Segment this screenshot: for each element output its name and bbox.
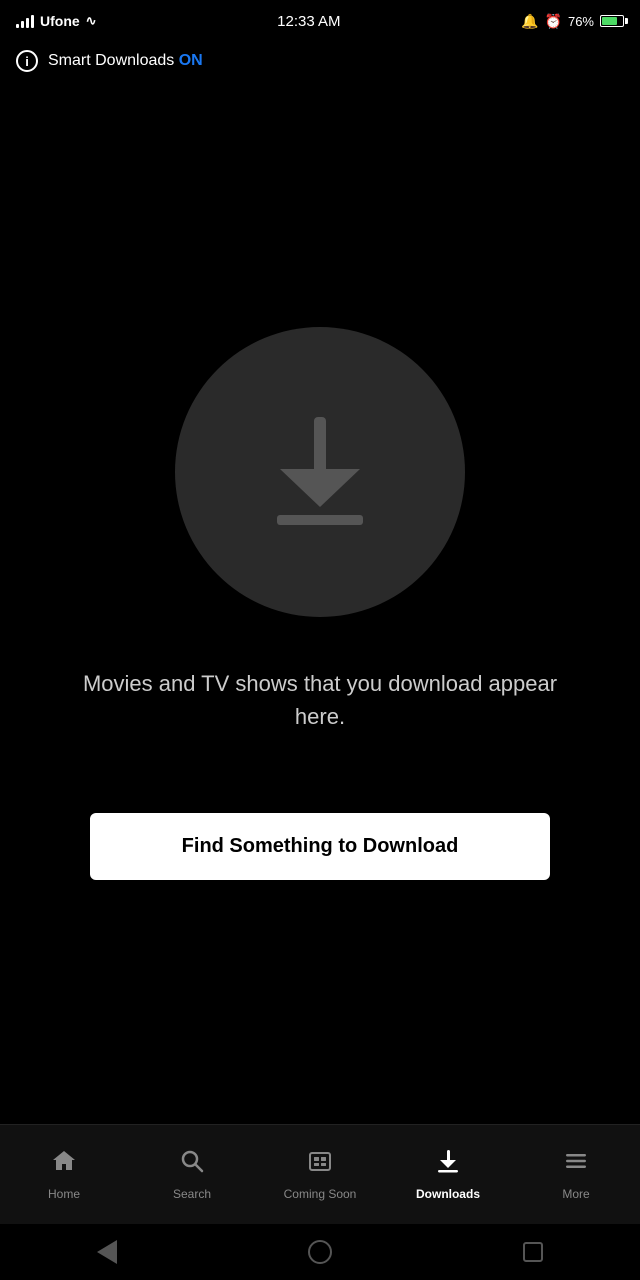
nav-item-search[interactable]: Search: [128, 1148, 256, 1201]
nav-item-downloads[interactable]: Downloads: [384, 1148, 512, 1201]
back-triangle-icon: [97, 1240, 117, 1264]
find-something-button[interactable]: Find Something to Download: [90, 813, 550, 880]
alarm-icon: 🔔: [521, 13, 538, 30]
smart-downloads-label: Smart Downloads ON: [48, 52, 203, 70]
search-icon: [179, 1148, 205, 1181]
nav-label-search: Search: [173, 1187, 211, 1201]
nav-item-coming-soon[interactable]: Coming Soon: [256, 1148, 384, 1201]
time-display: 12:33 AM: [277, 13, 340, 30]
download-svg-icon: [255, 407, 385, 537]
signal-icon: [16, 14, 34, 28]
wifi-icon: ∿: [86, 13, 97, 29]
coming-soon-icon: [307, 1148, 333, 1181]
status-left: Ufone ∿: [16, 13, 97, 29]
home-button[interactable]: [306, 1238, 334, 1266]
recents-button[interactable]: [519, 1238, 547, 1266]
home-icon: [51, 1148, 77, 1181]
main-content: Movies and TV shows that you download ap…: [0, 82, 640, 1124]
home-circle-icon: [308, 1240, 332, 1264]
info-icon: i: [16, 50, 38, 72]
battery-percent: 76%: [568, 14, 594, 29]
smart-downloads-status: ON: [179, 52, 203, 69]
nav-label-coming-soon: Coming Soon: [284, 1187, 357, 1201]
more-icon: [563, 1148, 589, 1181]
nav-label-downloads: Downloads: [416, 1187, 480, 1201]
nav-item-more[interactable]: More: [512, 1148, 640, 1201]
battery-icon: [600, 15, 624, 27]
back-button[interactable]: [93, 1238, 121, 1266]
nav-item-home[interactable]: Home: [0, 1148, 128, 1201]
nav-label-home: Home: [48, 1187, 80, 1201]
nav-label-more: More: [562, 1187, 589, 1201]
carrier-label: Ufone: [40, 13, 80, 29]
bottom-navigation: Home Search Coming Soon: [0, 1124, 640, 1224]
android-nav-bar: [0, 1224, 640, 1280]
smart-downloads-bar[interactable]: i Smart Downloads ON: [0, 40, 640, 82]
status-bar: Ufone ∿ 12:33 AM 🔔 ⏰ 76%: [0, 0, 640, 40]
download-circle-icon: [175, 327, 465, 617]
recents-square-icon: [523, 1242, 543, 1262]
status-right: 🔔 ⏰ 76%: [521, 13, 624, 30]
description-text: Movies and TV shows that you download ap…: [80, 667, 560, 733]
downloads-icon: [435, 1148, 461, 1181]
clock-icon: ⏰: [545, 13, 562, 30]
